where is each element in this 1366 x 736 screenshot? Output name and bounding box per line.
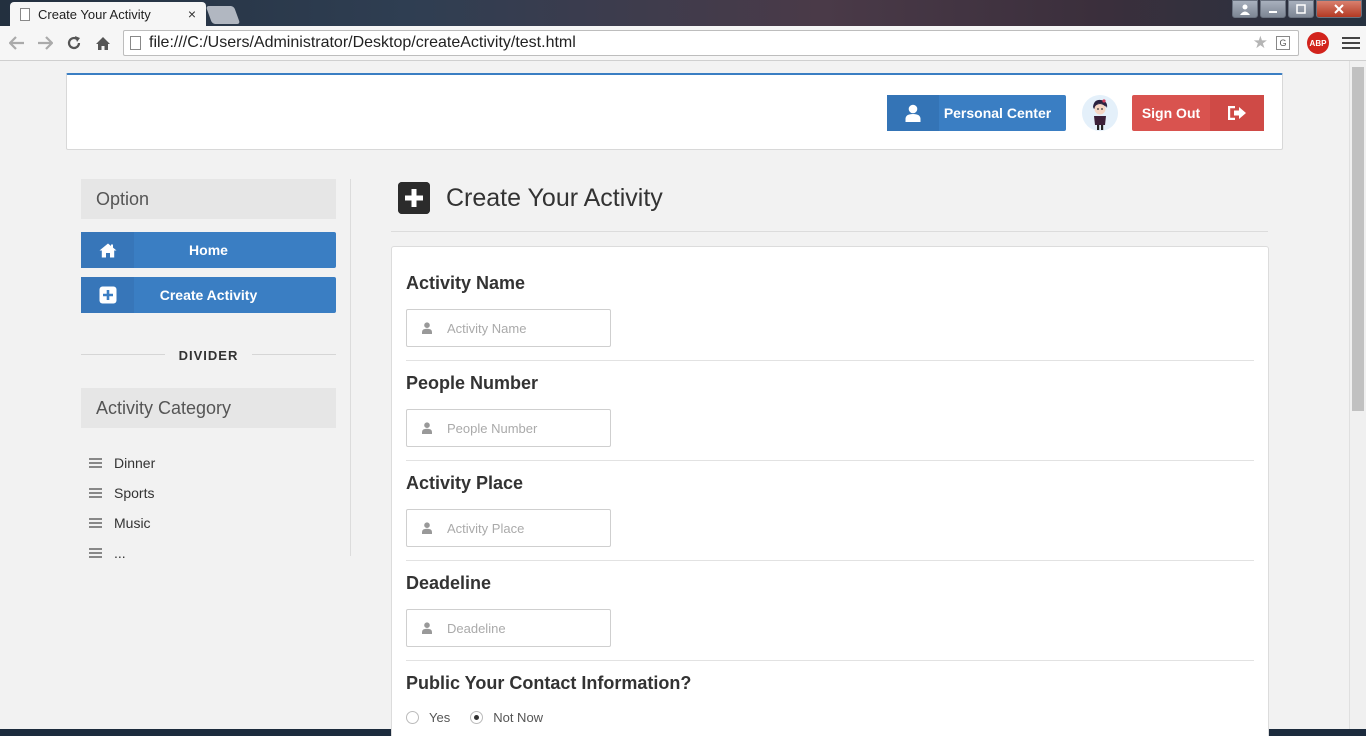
user-icon [407,422,447,434]
sign-out-icon [1210,95,1264,131]
home-icon[interactable] [92,32,114,54]
menu-icon[interactable] [1342,32,1360,54]
category-label: Dinner [114,455,156,471]
activity-name-group: Activity Name [406,273,1254,347]
tab-title: Create Your Activity [38,6,151,22]
reload-icon[interactable] [63,32,85,54]
page-header: Personal Center Sign Out [66,73,1283,150]
user-profile-icon[interactable] [1232,0,1258,18]
scrollbar-thumb[interactable] [1352,67,1364,411]
address-bar[interactable]: file:///C:/Users/Administrator/Desktop/c… [123,30,1299,56]
divider-label: DIVIDER [164,348,253,363]
browser-toolbar: file:///C:/Users/Administrator/Desktop/c… [0,26,1366,61]
contact-info-group: Public Your Contact Information? Yes Not… [406,673,1254,725]
activity-place-group: Activity Place [406,473,1254,547]
user-icon [887,95,939,131]
browser-tab[interactable]: Create Your Activity × [10,2,206,26]
sidebar-item-label: Create Activity [159,287,258,303]
list-icon [89,548,102,558]
people-number-input[interactable] [447,420,597,436]
activity-name-label: Activity Name [406,273,526,293]
window-titlebar: Create Your Activity × [0,0,1366,26]
back-arrow-icon[interactable] [6,32,28,54]
list-icon [89,488,102,498]
personal-center-button[interactable]: Personal Center [887,95,1066,131]
people-number-label: People Number [406,373,539,393]
category-label: ... [114,545,126,561]
home-icon [81,232,134,268]
radio-not-now[interactable] [470,711,484,724]
people-number-group: People Number [406,373,1254,447]
category-item-sports[interactable]: Sports [89,478,336,508]
activity-category-title: Activity Category [81,388,336,428]
adblock-icon[interactable]: ABP [1307,32,1329,54]
sidebar: Option Home Create Activity DIVIDER Acti… [81,179,336,568]
user-icon [407,322,447,334]
forward-arrow-icon[interactable] [34,32,56,54]
radio-yes[interactable] [406,711,419,724]
field-divider [406,460,1254,461]
sign-out-label: Sign Out [1141,105,1201,121]
minimize-window-icon[interactable] [1260,0,1286,18]
field-divider [406,660,1254,661]
list-icon [89,458,102,468]
url-text[interactable]: file:///C:/Users/Administrator/Desktop/c… [149,34,1253,52]
plus-square-icon [398,182,430,214]
sidebar-item-home[interactable]: Home [81,232,336,268]
category-item-music[interactable]: Music [89,508,336,538]
list-icon [89,518,102,528]
maximize-window-icon[interactable] [1288,0,1314,18]
category-label: Sports [114,485,155,501]
new-tab-button[interactable] [205,6,241,24]
field-divider [406,360,1254,361]
category-item-more[interactable]: ... [89,538,336,568]
sign-out-button[interactable]: Sign Out [1132,95,1264,131]
contact-info-question: Public Your Contact Information? [406,673,692,693]
category-label: Music [114,515,151,531]
category-list: Dinner Sports Music ... [81,448,336,568]
user-icon [407,522,447,534]
sidebar-divider: DIVIDER [81,347,336,363]
deadline-wrapper[interactable] [406,609,611,647]
window-controls [1232,0,1362,18]
page-icon [20,7,30,21]
people-number-wrapper[interactable] [406,409,611,447]
radio-not-now-label[interactable]: Not Now [493,710,543,725]
close-window-icon[interactable] [1316,0,1362,18]
activity-place-input[interactable] [447,520,597,536]
translate-icon[interactable]: G [1276,36,1290,50]
page-icon [130,36,141,50]
option-panel-title: Option [81,179,336,219]
page-title: Create Your Activity [446,183,663,212]
star-icon[interactable]: ★ [1253,33,1268,53]
plus-square-icon [81,277,134,313]
contact-radio-group: Yes Not Now [406,710,1254,725]
avatar[interactable] [1082,95,1118,131]
activity-place-label: Activity Place [406,473,524,493]
deadline-input[interactable] [447,620,597,636]
field-divider [406,560,1254,561]
user-icon [407,622,447,634]
main-heading: Create Your Activity [398,182,663,214]
vertical-scrollbar[interactable] [1349,61,1366,729]
sidebar-item-label: Home [189,242,228,258]
create-activity-form: Activity Name People Number Activity Pla… [391,246,1269,736]
tab-close-icon[interactable]: × [188,6,196,22]
heading-divider [391,231,1268,232]
deadline-group: Deadeline [406,573,1254,647]
sidebar-separator [350,179,351,556]
radio-yes-label[interactable]: Yes [429,710,450,725]
activity-place-wrapper[interactable] [406,509,611,547]
activity-name-wrapper[interactable] [406,309,611,347]
category-item-dinner[interactable]: Dinner [89,448,336,478]
activity-name-input[interactable] [447,320,597,336]
personal-center-label: Personal Center [943,105,1052,121]
sidebar-item-create-activity[interactable]: Create Activity [81,277,336,313]
deadline-label: Deadeline [406,573,492,593]
